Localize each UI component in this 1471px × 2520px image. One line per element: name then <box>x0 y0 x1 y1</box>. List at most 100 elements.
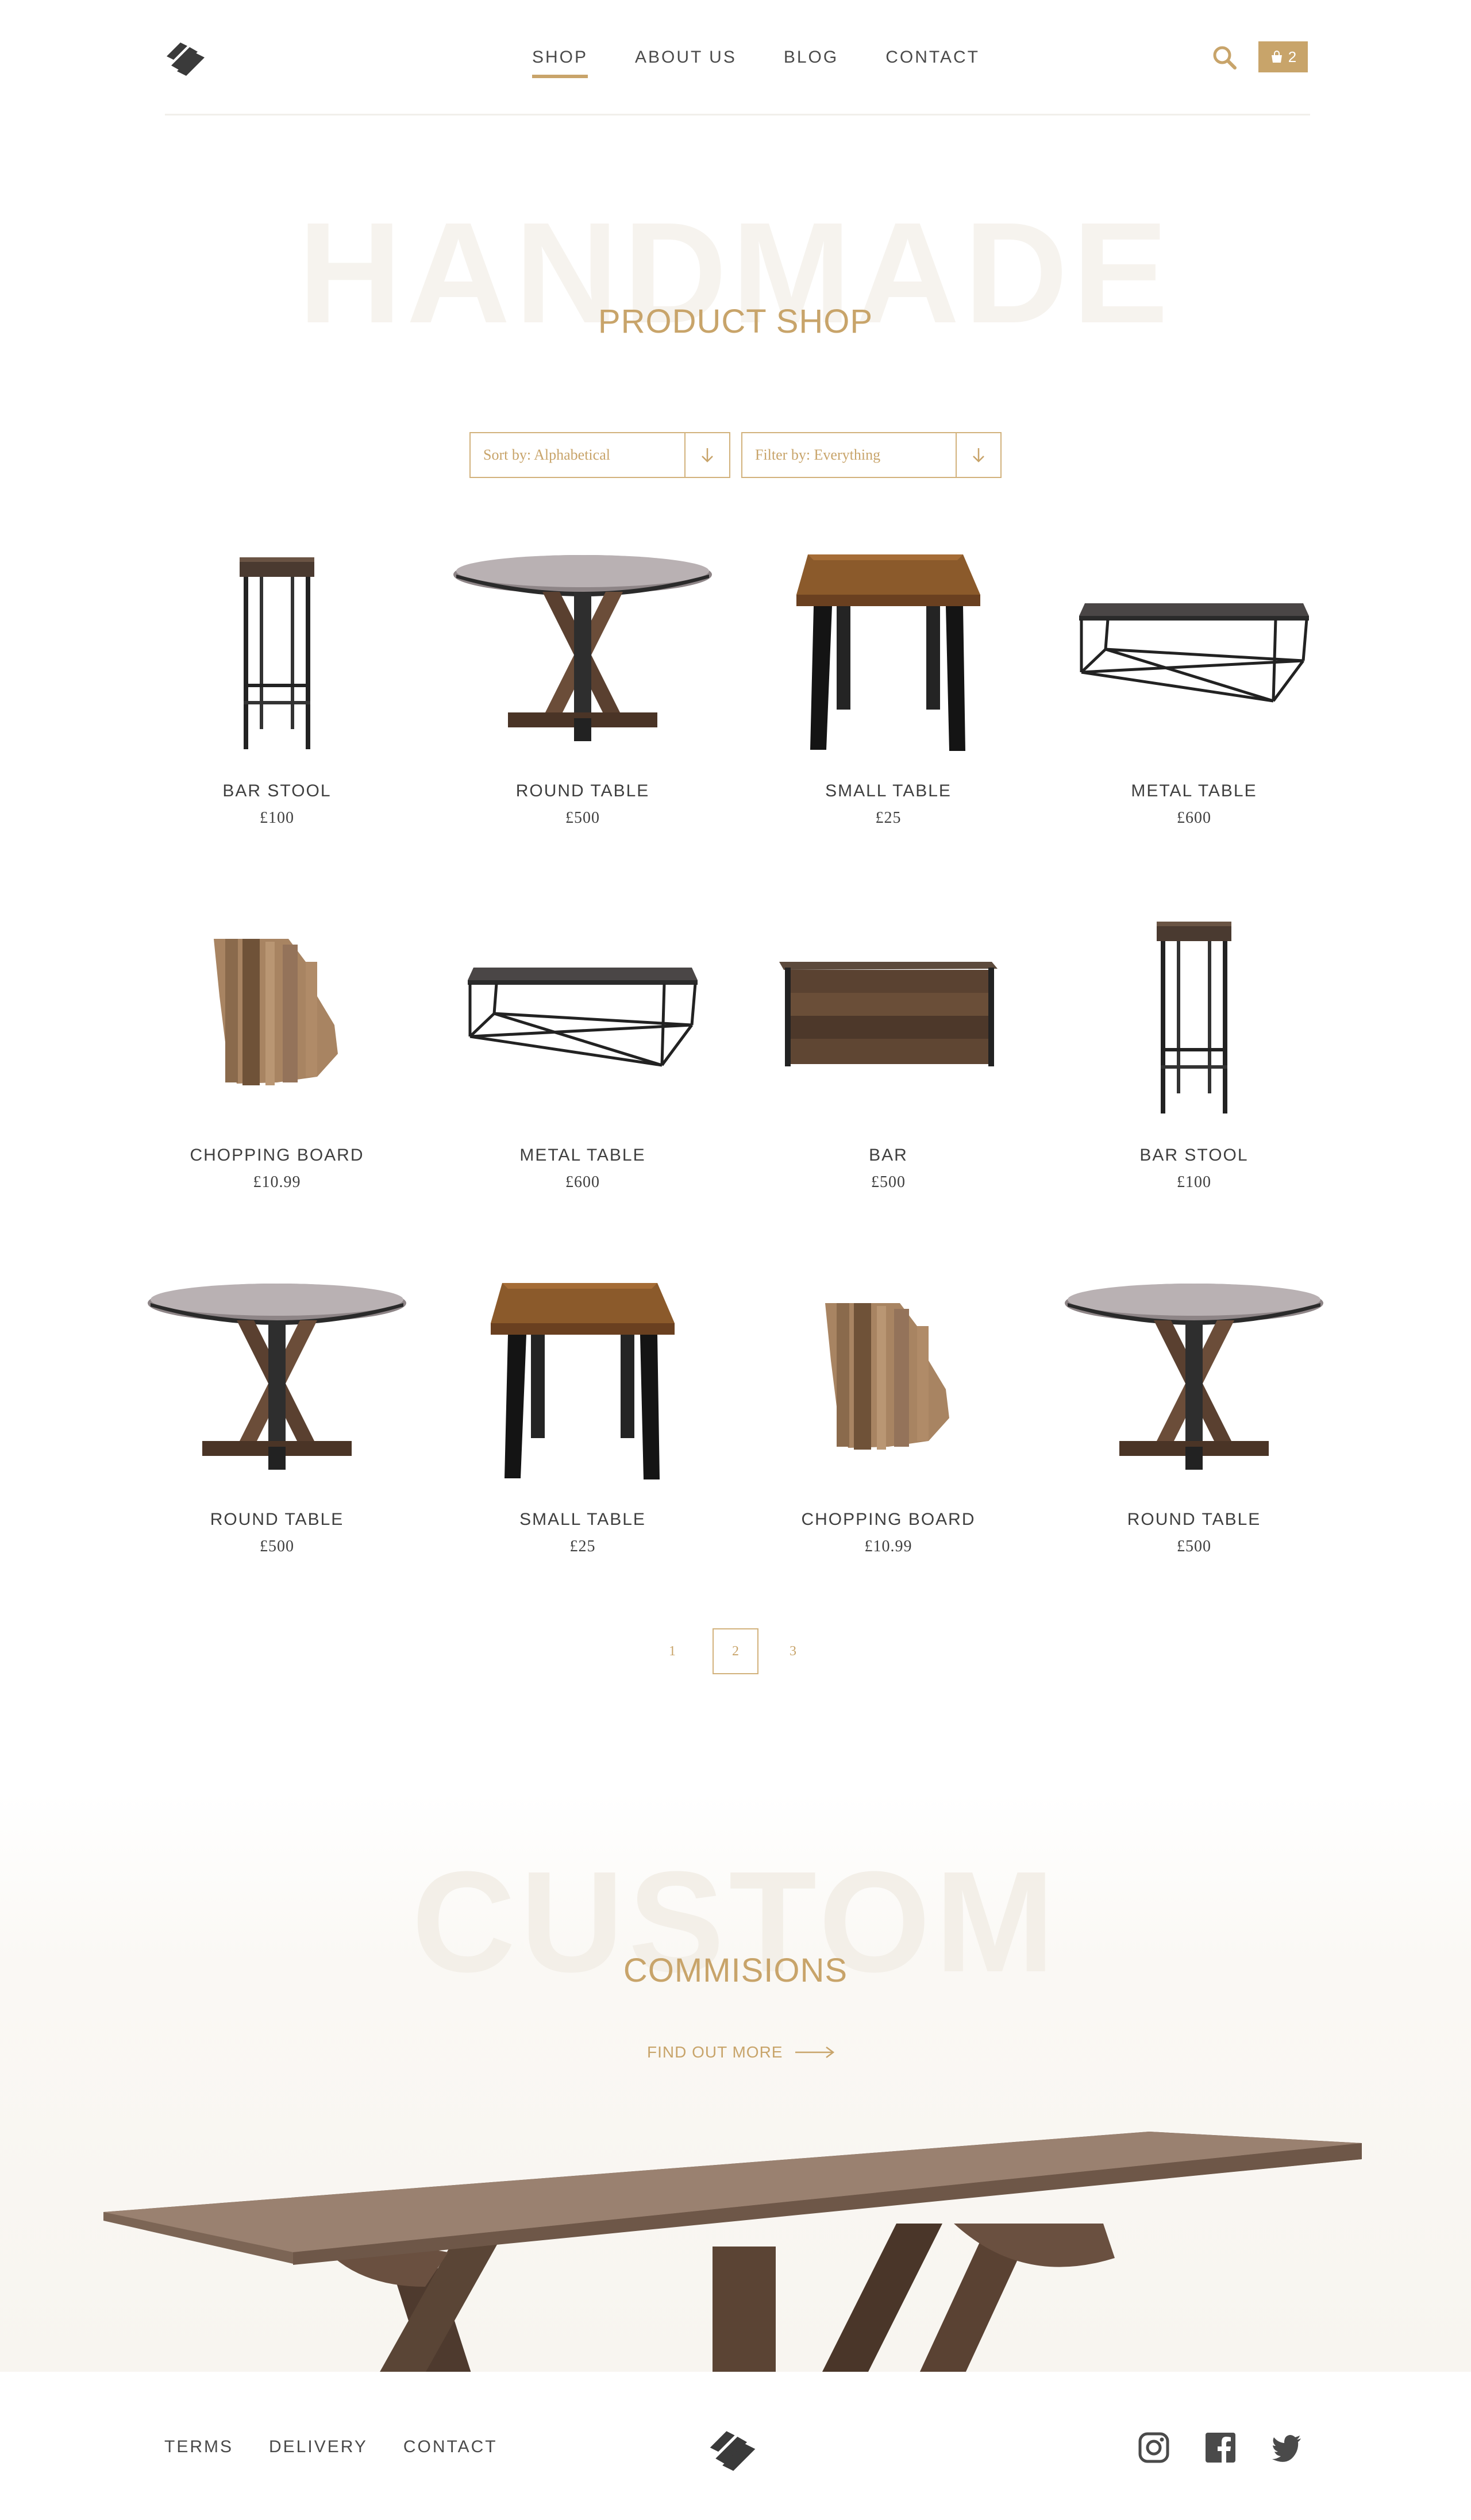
filter-label: Filter by: Everything <box>755 446 881 463</box>
logo-icon[interactable] <box>164 32 213 80</box>
find-out-more-link[interactable]: FIND OUT MORE <box>647 2041 835 2064</box>
product-price: £100 <box>1177 1173 1211 1191</box>
custom-commissions-section: CUSTOM COMMISIONS FIND OUT MORE <box>0 1793 1471 2372</box>
page-link-2[interactable]: 2 <box>713 1628 758 1674</box>
product-price: £100 <box>260 809 294 827</box>
main-nav: SHOP ABOUT US BLOG CONTACT <box>532 46 980 78</box>
pagination: 1 2 3 <box>649 1628 822 1674</box>
hero: HANDMADE PRODUCT SHOP <box>0 190 1471 373</box>
metal-table-image <box>462 950 703 1077</box>
nav-contact[interactable]: CONTACT <box>885 46 980 78</box>
custom-title: COMMISIONS <box>623 1952 848 1989</box>
header-divider <box>165 114 1310 115</box>
product-price: £500 <box>565 809 600 827</box>
shopping-bag-icon <box>1271 51 1282 63</box>
product-name[interactable]: BAR <box>736 1146 1041 1165</box>
product-image[interactable] <box>1041 899 1347 1128</box>
product-card[interactable]: ROUND TABLE £500 <box>1041 1263 1347 1585</box>
product-price: £10.99 <box>864 1538 912 1555</box>
product-card[interactable]: ROUND TABLE £500 <box>124 1263 430 1585</box>
product-price: £10.99 <box>253 1173 301 1191</box>
product-image[interactable] <box>736 534 1041 764</box>
filter-select[interactable]: Filter by: Everything <box>741 432 1002 478</box>
product-card[interactable]: SMALL TABLE £25 <box>430 1263 736 1585</box>
product-name[interactable]: BAR STOOL <box>1041 1146 1347 1165</box>
product-price: £25 <box>875 809 902 827</box>
product-name[interactable]: BAR STOOL <box>124 781 430 801</box>
product-price: £500 <box>260 1538 294 1555</box>
facebook-icon[interactable] <box>1204 2432 1237 2464</box>
small-table-image <box>796 554 980 751</box>
product-price: £600 <box>565 1173 600 1191</box>
round-table-image <box>1065 1284 1323 1470</box>
product-price: £500 <box>871 1173 906 1191</box>
footer-links: TERMS DELIVERY CONTACT <box>164 2437 498 2457</box>
product-image[interactable] <box>124 1263 430 1493</box>
product-card[interactable]: CHOPPING BOARD £10.99 <box>124 899 430 1220</box>
footer-terms-link[interactable]: TERMS <box>164 2437 233 2457</box>
product-name[interactable]: SMALL TABLE <box>736 781 1041 801</box>
product-image[interactable] <box>430 1263 736 1493</box>
product-name[interactable]: ROUND TABLE <box>124 1510 430 1529</box>
nav-shop[interactable]: SHOP <box>532 46 588 78</box>
twitter-icon[interactable] <box>1271 2432 1303 2464</box>
product-image[interactable] <box>736 1263 1041 1493</box>
product-card[interactable]: BAR £500 <box>736 899 1041 1220</box>
logo-icon[interactable] <box>707 2419 765 2476</box>
small-table-image <box>491 1283 675 1479</box>
product-image[interactable] <box>124 534 430 764</box>
product-name[interactable]: METAL TABLE <box>430 1146 736 1165</box>
sort-select[interactable]: Sort by: Alphabetical <box>469 432 730 478</box>
chopping-board-image <box>825 1303 949 1450</box>
footer-contact-link[interactable]: CONTACT <box>403 2437 498 2457</box>
product-image[interactable] <box>430 899 736 1128</box>
instagram-icon[interactable] <box>1138 2432 1170 2464</box>
find-out-more-label: FIND OUT MORE <box>647 2043 783 2061</box>
product-price: £25 <box>569 1538 596 1555</box>
product-name[interactable]: METAL TABLE <box>1041 781 1347 801</box>
bar-stool-image <box>1157 922 1231 1113</box>
product-image[interactable] <box>1041 534 1347 764</box>
site-header: SHOP ABOUT US BLOG CONTACT 2 <box>0 0 1471 115</box>
product-name[interactable]: CHOPPING BOARD <box>124 1146 430 1165</box>
product-card[interactable]: BAR STOOL £100 <box>124 534 430 856</box>
chopping-board-image <box>214 939 338 1085</box>
product-name[interactable]: ROUND TABLE <box>1041 1510 1347 1529</box>
nav-blog[interactable]: BLOG <box>784 46 838 78</box>
product-image[interactable] <box>1041 1263 1347 1493</box>
bar-stool-image <box>240 557 314 749</box>
cart-count: 2 <box>1288 48 1297 65</box>
page-link-3[interactable]: 3 <box>770 1628 816 1674</box>
product-name[interactable]: SMALL TABLE <box>430 1510 736 1529</box>
sort-dropdown-button[interactable] <box>684 433 729 477</box>
product-price: £500 <box>1177 1538 1211 1555</box>
round-table-image <box>148 1284 406 1470</box>
cart-button[interactable]: 2 <box>1258 41 1308 72</box>
product-image[interactable] <box>736 899 1041 1128</box>
product-card[interactable]: ROUND TABLE £500 <box>430 534 736 856</box>
product-card[interactable]: CHOPPING BOARD £10.99 <box>736 1263 1041 1585</box>
product-name[interactable]: CHOPPING BOARD <box>736 1510 1041 1529</box>
site-footer: TERMS DELIVERY CONTACT <box>0 2372 1471 2520</box>
product-card[interactable]: METAL TABLE £600 <box>1041 534 1347 856</box>
arrow-right-icon <box>795 2047 835 2058</box>
arrow-down-icon <box>973 448 984 463</box>
search-icon[interactable] <box>1211 44 1238 71</box>
product-name[interactable]: ROUND TABLE <box>430 781 736 801</box>
product-price: £600 <box>1177 809 1211 827</box>
bar-image <box>779 962 998 1066</box>
nav-about-us[interactable]: ABOUT US <box>635 46 737 78</box>
metal-table-image <box>1073 586 1315 712</box>
dining-table-image <box>103 2132 1362 2372</box>
product-card[interactable]: BAR STOOL £100 <box>1041 899 1347 1220</box>
product-image[interactable] <box>124 899 430 1128</box>
product-card[interactable]: METAL TABLE £600 <box>430 899 736 1220</box>
page-link-1[interactable]: 1 <box>649 1628 695 1674</box>
arrow-down-icon <box>702 448 713 463</box>
sort-label: Sort by: Alphabetical <box>483 446 610 463</box>
product-card[interactable]: SMALL TABLE £25 <box>736 534 1041 856</box>
filter-dropdown-button[interactable] <box>956 433 1000 477</box>
footer-delivery-link[interactable]: DELIVERY <box>269 2437 368 2457</box>
product-image[interactable] <box>430 534 736 764</box>
page-title: PRODUCT SHOP <box>598 303 873 340</box>
